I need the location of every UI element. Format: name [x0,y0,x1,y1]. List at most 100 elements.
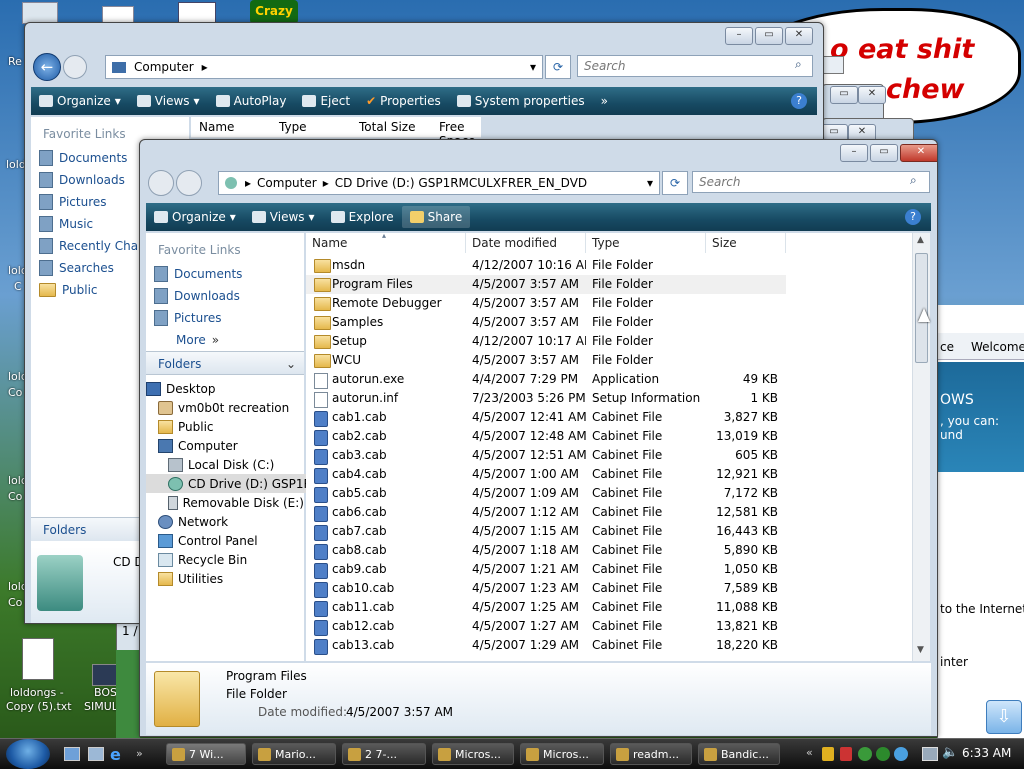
favorite-link-pictures[interactable]: Pictures [39,191,146,213]
stacked-close-button[interactable]: ✕ [858,86,886,104]
quicklaunch-ie-icon[interactable]: e [110,745,121,764]
table-row[interactable]: autorun.inf 7/23/2003 5:26 PM Setup Inform… [306,389,786,408]
table-row[interactable]: cab12.cab 4/5/2007 1:27 AM Cabinet File 13,… [306,617,786,636]
column-header-size[interactable]: Size [706,233,786,253]
more-links-button[interactable]: More» [154,329,242,351]
tree-item-cd-drive-d-gsp1rm[interactable]: CD Drive (D:) GSP1RM [146,474,326,493]
properties-button[interactable]: ✔ Properties [358,94,449,108]
column-header-type[interactable]: Type [586,233,706,253]
favorite-link-searches[interactable]: Searches [39,257,146,279]
column-header-total-size[interactable]: Total Size [359,120,415,134]
quicklaunch-chevron-icon[interactable]: » [136,747,143,760]
stacked-minimize-button[interactable]: ▭ [830,86,858,104]
table-row[interactable]: cab10.cab 4/5/2007 1:23 AM Cabinet File 7,5… [306,579,786,598]
table-row[interactable]: cab7.cab 4/5/2007 1:15 AM Cabinet File 16,4… [306,522,786,541]
autoplay-button[interactable]: AutoPlay [208,94,295,108]
front-search-icon[interactable]: ⌕ [910,173,917,188]
favorite-link-documents[interactable]: Documents [154,263,242,285]
table-row[interactable]: msdn 4/12/2007 10:16 AM File Folder [306,256,786,275]
back-search-icon[interactable]: ⌕ [795,57,802,72]
tree-item-desktop[interactable]: Desktop [146,379,304,398]
share-button[interactable]: Share [401,206,471,228]
column-header-type[interactable]: Type [279,120,307,134]
front-close-button[interactable]: ✕ [900,144,937,162]
more-commands-icon[interactable]: » [593,94,616,108]
organize-button[interactable]: Organize ▾ [31,94,129,108]
desktop-icon-doc[interactable] [178,2,216,24]
right-window-breadcrumb[interactable]: Welcome [971,340,1024,354]
tree-item-public[interactable]: Public [146,417,304,436]
right-window-download-icon[interactable]: ⇩ [986,700,1022,734]
desktop-icon-recycle[interactable] [22,2,58,24]
front-maximize-button[interactable]: ▭ [870,144,898,162]
taskbar-button[interactable]: Micros... [432,743,514,765]
tray-shield-icon[interactable] [822,747,834,761]
chevron-down-icon[interactable]: ▾ [530,60,536,74]
breadcrumb-cd-drive[interactable]: CD Drive (D:) GSP1RMCULXFRER_EN_DVD [335,176,587,190]
front-search-input[interactable]: Search [692,171,930,193]
table-row[interactable]: cab2.cab 4/5/2007 12:48 AM Cabinet File 13,… [306,427,786,446]
table-row[interactable]: cab13.cab 4/5/2007 1:29 AM Cabinet File 18,… [306,636,786,655]
column-header-name[interactable]: Name [199,120,234,134]
organize-button[interactable]: Organize ▾ [146,210,244,224]
front-nav-forward-button[interactable] [176,170,202,196]
table-row[interactable]: cab3.cab 4/5/2007 12:51 AM Cabinet File 605… [306,446,786,465]
breadcrumb-computer[interactable]: Computer [257,176,317,190]
tree-item-removable-disk-e[interactable]: Removable Disk (E:) [146,493,304,512]
table-row[interactable]: cab11.cab 4/5/2007 1:25 AM Cabinet File 11,… [306,598,786,617]
tree-item-local-disk-c[interactable]: Local Disk (C:) [146,455,304,474]
tree-item-control-panel[interactable]: Control Panel [146,531,304,550]
eject-button[interactable]: Eject [294,94,358,108]
tray-volume-icon[interactable]: 🔈 [942,745,958,760]
views-button[interactable]: Views ▾ [129,94,208,108]
folders-header[interactable]: Folders ⌄ [146,351,304,375]
desktop-icon-textfile[interactable] [22,638,54,680]
table-row[interactable]: WCU 4/5/2007 3:57 AM File Folder [306,351,786,370]
desktop-icon-crazy[interactable]: Crazy [250,0,298,24]
favorite-link-downloads[interactable]: Downloads [39,169,146,191]
favorite-link-pictures[interactable]: Pictures [154,307,242,329]
scroll-down-arrow[interactable]: ▼ [917,645,924,655]
taskbar-button[interactable]: 7 Wi... [166,743,246,765]
system-properties-button[interactable]: System properties [449,94,593,108]
table-row[interactable]: Program Files 4/5/2007 3:57 AM File Folder [306,275,786,294]
favorite-link-recently-changed[interactable]: Recently Chan [39,235,146,257]
tray-security-icon[interactable] [840,747,852,761]
favorite-link-public[interactable]: Public [39,279,146,301]
explore-button[interactable]: Explore [323,210,402,224]
front-refresh-button[interactable]: ⟳ [662,171,688,195]
table-row[interactable]: Remote Debugger 4/5/2007 3:57 AM File Fold… [306,294,786,313]
back-maximize-button[interactable]: ▭ [755,27,783,45]
scroll-up-arrow[interactable]: ▲ [917,235,924,245]
taskbar-button[interactable]: Bandic... [698,743,780,765]
tray-network-icon[interactable] [922,747,938,761]
back-nav-forward-button[interactable] [63,55,87,79]
table-row[interactable]: Samples 4/5/2007 3:57 AM File Folder [306,313,786,332]
taskbar-button[interactable]: Mario... [252,743,336,765]
table-row[interactable]: cab1.cab 4/5/2007 12:41 AM Cabinet File 3,8… [306,408,786,427]
back-refresh-button[interactable]: ⟳ [545,55,571,79]
start-button[interactable] [6,739,50,769]
help-icon[interactable]: ? [791,93,807,109]
tray-update-icon[interactable] [858,747,872,761]
tree-item-utilities[interactable]: Utilities [146,569,304,588]
taskbar-button[interactable]: 2 7-... [342,743,426,765]
front-minimize-button[interactable]: – [840,144,868,162]
table-row[interactable]: Setup 4/12/2007 10:17 AM File Folder [306,332,786,351]
tray-app-icon[interactable] [894,747,908,761]
favorite-link-downloads[interactable]: Downloads [154,285,242,307]
tray-clock[interactable]: 6:33 AM [962,746,1011,760]
views-button[interactable]: Views ▾ [244,210,323,224]
favorite-link-music[interactable]: Music [39,213,146,235]
quicklaunch-show-desktop-icon[interactable] [64,747,80,761]
front-nav-back-button[interactable] [148,170,174,196]
taskbar-button[interactable]: readm... [610,743,692,765]
quicklaunch-switch-windows-icon[interactable] [88,747,104,761]
back-minimize-button[interactable]: – [725,27,753,45]
vertical-scrollbar[interactable]: ▲ ▼ [912,233,930,661]
breadcrumb-item[interactable]: Computer [134,60,194,74]
favorite-link-documents[interactable]: Documents [39,147,146,169]
column-header-date-modified[interactable]: Date modified [466,233,586,253]
back-close-button[interactable]: ✕ [785,27,813,45]
tree-item-recycle-bin[interactable]: Recycle Bin [146,550,304,569]
